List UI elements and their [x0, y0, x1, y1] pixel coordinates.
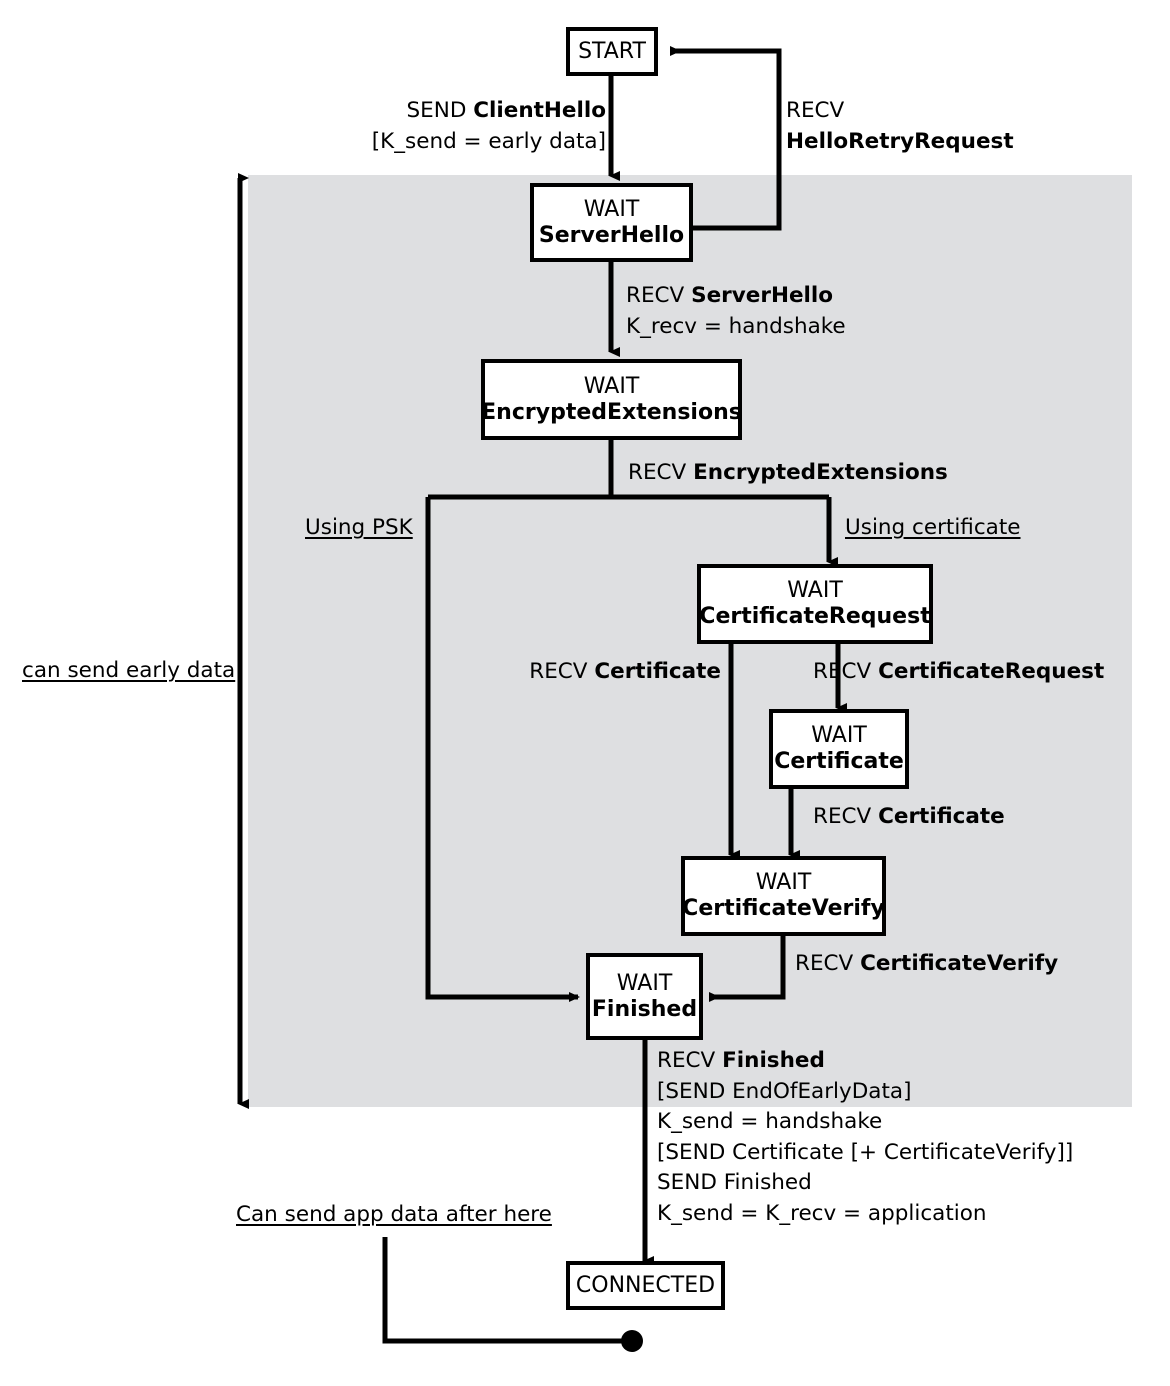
- tls13-client-state-machine-diagram: START WAIT ServerHello WAIT EncryptedExt…: [0, 0, 1170, 1386]
- edge-label-recv-certificaterequest: RECV CertificateRequest: [813, 659, 1105, 684]
- edge-label-recv-serverhello-line1: RECV ServerHello: [626, 283, 834, 308]
- node-wait-finished-line1: WAIT: [616, 970, 673, 996]
- edge-label-recv-helloretryrequest-line2: HelloRetryRequest: [786, 128, 1014, 154]
- node-wait-encryptedextensions-line1: WAIT: [583, 373, 640, 399]
- node-wait-encryptedextensions-line2: EncryptedExtensions: [481, 399, 742, 425]
- edge-label-recv-helloretryrequest: RECV HelloRetryRequest: [786, 96, 1014, 157]
- node-wait-certificaterequest-line1: WAIT: [787, 578, 843, 604]
- edge-label-recv-finished-line5: SEND Finished: [657, 1170, 812, 1196]
- node-wait-certificaterequest-line2: CertificateRequest: [699, 604, 931, 629]
- edge-label-recv-serverhello: RECV ServerHello K_recv = handshake: [626, 281, 846, 342]
- node-wait-serverhello-line1: WAIT: [583, 196, 640, 222]
- node-wait-certificateverify[interactable]: WAIT CertificateVerify: [681, 856, 886, 936]
- node-start-label: START: [578, 38, 646, 64]
- edge-label-recv-serverhello-line2: K_recv = handshake: [626, 313, 846, 339]
- edge-label-recv-helloretryrequest-line1: RECV: [786, 98, 845, 123]
- node-wait-certificate-line2: Certificate: [774, 749, 904, 774]
- edge-label-send-clienthello: SEND ClientHello [K_send = early data]: [206, 96, 606, 157]
- edge-label-recv-certificate-right: RECV Certificate: [813, 804, 1005, 829]
- node-wait-certificate-line1: WAIT: [811, 723, 867, 749]
- annotation-using-certificate: Using certificate: [845, 515, 1021, 540]
- edge-label-send-clienthello-line1: SEND ClientHello: [406, 98, 607, 123]
- edge-label-recv-finished-line3: K_send = handshake: [657, 1109, 883, 1135]
- terminal-dot: [621, 1330, 643, 1352]
- edge-label-recv-finished-line6: K_send = K_recv = application: [657, 1200, 987, 1226]
- annotation-using-psk: Using PSK: [305, 515, 413, 540]
- edge-label-recv-certificate-left: RECV Certificate: [529, 659, 721, 684]
- node-wait-certificateverify-line2: CertificateVerify: [682, 896, 885, 921]
- node-connected[interactable]: CONNECTED: [566, 1261, 725, 1310]
- node-wait-certificateverify-line1: WAIT: [755, 870, 812, 896]
- edge-label-recv-finished-line4: [SEND Certificate [+ CertificateVerify]]: [657, 1139, 1074, 1165]
- annotation-can-send-app-data: Can send app data after here: [236, 1202, 552, 1227]
- node-wait-encryptedextensions[interactable]: WAIT EncryptedExtensions: [481, 359, 742, 440]
- node-wait-serverhello-line2: ServerHello: [538, 222, 685, 248]
- edge-label-recv-finished-line1: RECV Finished: [657, 1048, 825, 1073]
- edge-label-recv-certificateverify: RECV CertificateVerify: [795, 951, 1059, 976]
- node-wait-certificate[interactable]: WAIT Certificate: [769, 709, 909, 789]
- node-connected-label: CONNECTED: [575, 1272, 716, 1298]
- edge-label-recv-finished-line2: [SEND EndOfEarlyData]: [657, 1078, 912, 1104]
- annotation-can-send-early-data: can send early data: [22, 658, 236, 683]
- node-start[interactable]: START: [566, 27, 658, 76]
- edge-label-send-clienthello-line2: [K_send = early data]: [371, 128, 606, 154]
- node-wait-finished[interactable]: WAIT Finished: [586, 953, 703, 1040]
- node-wait-serverhello[interactable]: WAIT ServerHello: [530, 183, 693, 262]
- node-wait-certificaterequest[interactable]: WAIT CertificateRequest: [697, 564, 933, 644]
- edge-label-recv-finished-block: RECV Finished [SEND EndOfEarlyData] K_se…: [657, 1046, 1073, 1229]
- edge-label-recv-encryptedextensions: RECV EncryptedExtensions: [628, 460, 948, 485]
- node-wait-finished-line2: Finished: [591, 996, 698, 1022]
